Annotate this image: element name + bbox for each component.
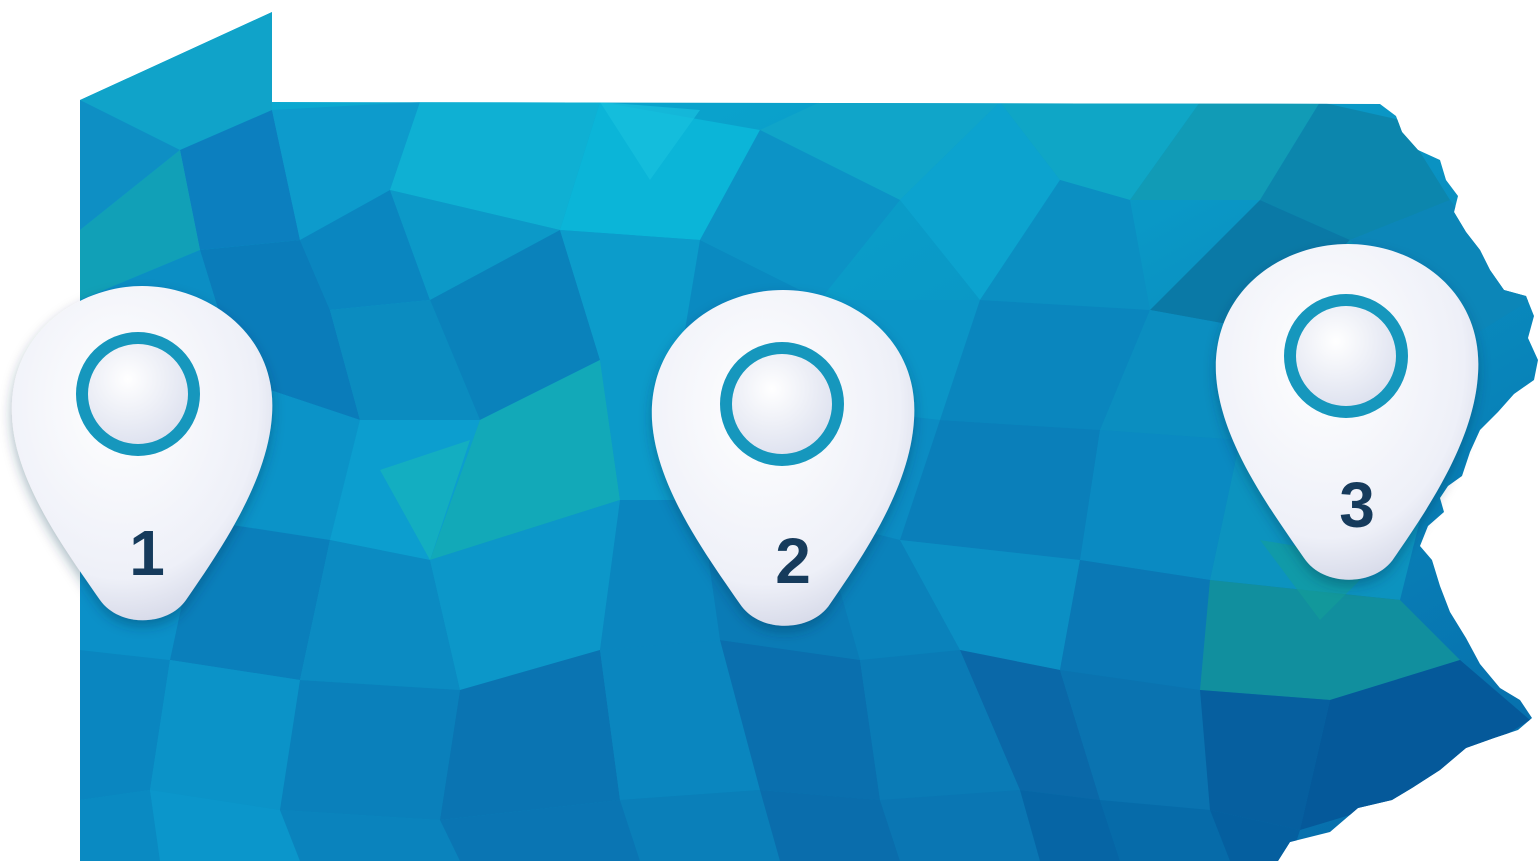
pin-2-number: 2 <box>775 525 811 597</box>
pin-3-number: 3 <box>1339 469 1375 541</box>
state-map: 1 2 3 <box>11 12 1538 861</box>
pin-1-number: 1 <box>129 517 165 589</box>
